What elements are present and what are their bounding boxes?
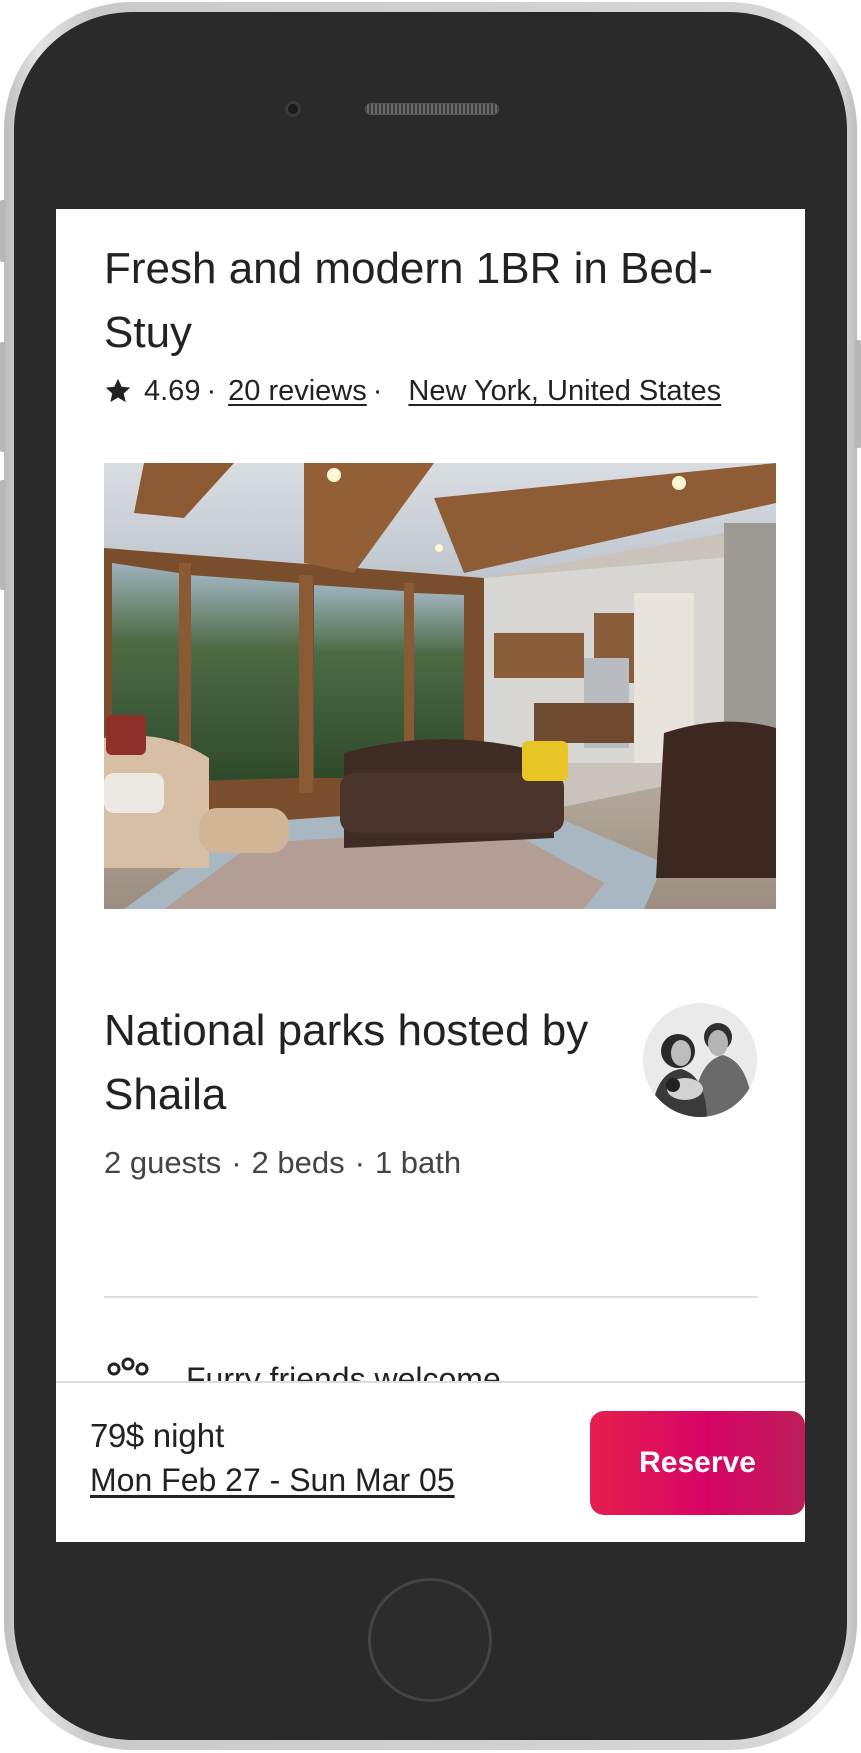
beds-count: 2 beds	[251, 1145, 345, 1180]
earpiece-speaker	[365, 103, 499, 115]
rating-value: 4.69	[144, 374, 201, 407]
baths-count: 1 bath	[374, 1145, 462, 1180]
listing-content: Fresh and modern 1BR in Bed-Stuy 4.69 · …	[56, 209, 805, 1381]
host-title: National parks hosted by Shaila	[104, 1006, 589, 1119]
separator: ·	[231, 1145, 242, 1180]
separator: ·	[206, 374, 217, 407]
living-room-photo	[104, 463, 776, 909]
booking-footer: 79$ night Mon Feb 27 - Sun Mar 05 Reserv…	[56, 1381, 805, 1542]
paw-icon	[107, 1357, 149, 1376]
power-button	[855, 340, 861, 448]
listing-photo[interactable]	[104, 463, 776, 909]
price-unit: night	[152, 1417, 225, 1454]
listing-specs: 2 guests · 2 beds · 1 bath	[104, 1145, 461, 1181]
host-portrait	[643, 1003, 757, 1117]
volume-down-button	[0, 480, 6, 590]
guests-count: 2 guests	[104, 1145, 222, 1180]
app-screen: Fresh and modern 1BR in Bed-Stuy 4.69 · …	[56, 209, 805, 1542]
mute-switch	[0, 200, 6, 262]
volume-up-button	[0, 342, 6, 452]
front-camera	[285, 101, 301, 117]
price-value: 79$	[90, 1417, 144, 1454]
amenity-item: Furry friends welcome	[104, 1357, 501, 1381]
date-range-link[interactable]: Mon Feb 27 - Sun Mar 05	[90, 1462, 455, 1499]
section-divider	[104, 1296, 758, 1298]
host-avatar[interactable]	[643, 1003, 757, 1117]
amenity-label: Furry friends welcome	[186, 1360, 501, 1382]
separator: ·	[354, 1145, 365, 1180]
listing-title: Fresh and modern 1BR in Bed-Stuy	[104, 244, 713, 357]
price-per-night: 79$ night	[90, 1417, 224, 1455]
home-button[interactable]	[368, 1578, 492, 1702]
listing-meta: 4.69 · 20 reviews · New York, United Sta…	[104, 371, 721, 411]
star-icon	[105, 378, 131, 403]
separator: ·	[372, 374, 383, 407]
reviews-link[interactable]: 20 reviews	[228, 375, 367, 408]
reserve-button[interactable]: Reserve	[590, 1411, 805, 1515]
location-link[interactable]: New York, United States	[408, 375, 721, 408]
